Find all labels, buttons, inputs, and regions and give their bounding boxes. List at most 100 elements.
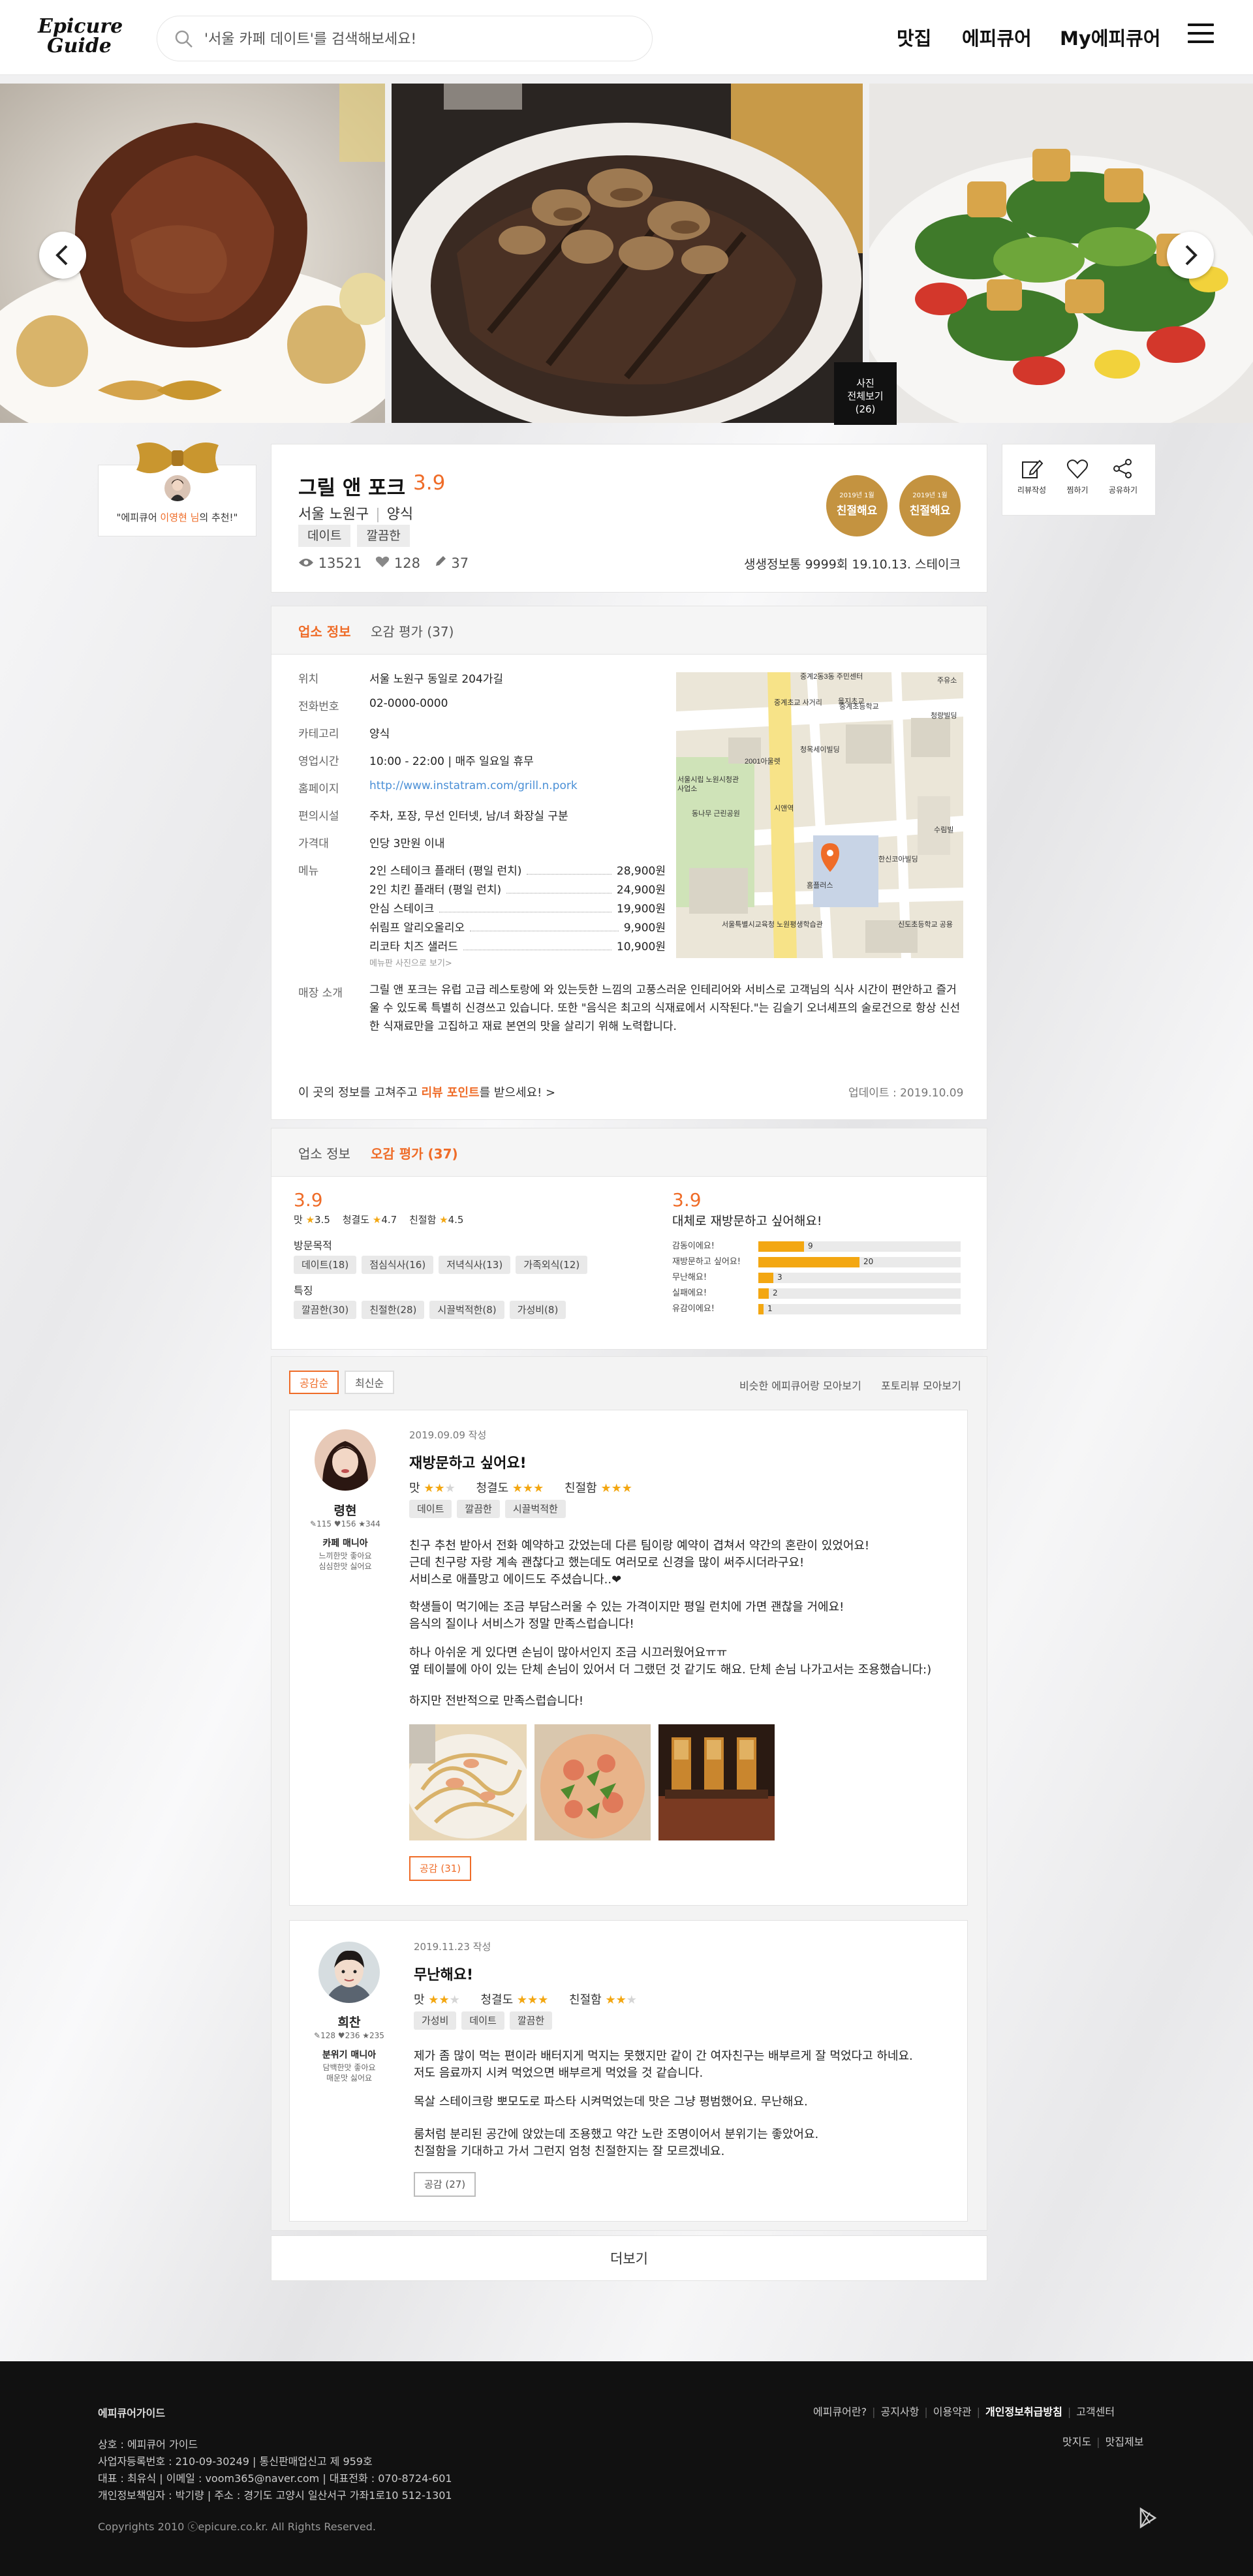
info-value: 주차, 포장, 무선 인터넷, 남/녀 화장실 구분	[369, 810, 568, 823]
feature-chip[interactable]: 깔끔한(30)	[294, 1301, 357, 1319]
purpose-chip[interactable]: 저녁식사(13)	[439, 1256, 511, 1274]
search-input[interactable]	[204, 27, 635, 52]
chevron-right-icon	[1185, 245, 1198, 266]
badge-label: 친절해요	[909, 504, 951, 518]
tab-rating[interactable]: 오감 평가 (37)	[371, 1143, 458, 1162]
nav-restaurants[interactable]: 맛집	[897, 23, 931, 51]
sort-latest-button[interactable]: 최신순	[345, 1371, 395, 1394]
logo[interactable]: Epicure Guide	[38, 17, 123, 59]
share-button[interactable]: 공유하기	[1104, 457, 1143, 495]
review-photo[interactable]	[534, 1724, 651, 1840]
menu-price: 10,900원	[616, 940, 666, 954]
footer-link[interactable]: 맛지도	[1062, 2436, 1091, 2448]
star-icon: ★	[538, 1993, 549, 2007]
share-icon	[1113, 459, 1132, 478]
play-store-icon[interactable]	[1136, 2506, 1159, 2530]
write-review-button[interactable]: 리뷰작성	[1012, 457, 1051, 495]
like-count: 128	[394, 555, 420, 571]
menu-price: 19,900원	[616, 903, 666, 916]
reviewer-avatar[interactable]	[318, 1942, 380, 2003]
revisit-bar	[758, 1241, 804, 1252]
review-tag[interactable]: 깔끔한	[509, 2011, 553, 2030]
tab-info[interactable]: 업소 정보	[298, 1143, 350, 1162]
empathy-button[interactable]: 공감 (31)	[409, 1856, 472, 1881]
review-photo[interactable]	[658, 1724, 775, 1840]
footer: 에피큐어가이드 에피큐어란? | 공지사항 | 이용약관 | 개인정보취급방침 | 고객센터 맛…	[0, 2361, 1253, 2576]
footer-link[interactable]: 에피큐어란?	[813, 2406, 867, 2418]
menu-photo-link[interactable]: 메뉴판 사진으로 보기>	[369, 956, 452, 969]
recommender-name[interactable]: 이영현 님	[160, 512, 199, 523]
star-icon: ★	[621, 1482, 632, 1495]
revisit-bar-value: 20	[863, 1257, 874, 1266]
photo-reviews-link[interactable]: 포토리뷰 모아보기	[881, 1377, 961, 1393]
purpose-chip[interactable]: 데이트(18)	[294, 1256, 357, 1274]
reviewer-name[interactable]: 령현	[303, 1501, 388, 1519]
search-bar[interactable]	[157, 16, 653, 61]
revisit-bar-label: 재방문하고 싶어요!	[672, 1257, 741, 1267]
nav-my-epicure[interactable]: My에피큐어	[1060, 23, 1160, 51]
menu-price: 28,900원	[616, 865, 666, 878]
footer-link[interactable]: 이용약관	[933, 2406, 972, 2418]
review-tag[interactable]: 데이트	[409, 1500, 452, 1518]
revisit-bar-value: 1	[767, 1304, 773, 1313]
footer-link[interactable]: 개인정보취급방침	[985, 2406, 1062, 2418]
reviewer-stats: ✎115 ♥156 ★344	[310, 1519, 380, 1529]
footer-link[interactable]: 맛집제보	[1106, 2436, 1144, 2448]
kind-stars: ★★★	[600, 1482, 632, 1495]
badge-date: 2019년 1월	[912, 492, 948, 499]
review-tag[interactable]: 시끌벅적한	[504, 1500, 566, 1518]
feature-chip[interactable]: 가성비(8)	[509, 1301, 566, 1319]
review-tag[interactable]: 깔끔한	[457, 1500, 500, 1518]
star-icon: ★	[372, 1214, 382, 1226]
feature-chip[interactable]: 친절한(28)	[362, 1301, 425, 1319]
menu-name: 2인 스테이크 플래터 (평일 런치)	[369, 865, 522, 878]
review-point-link[interactable]: 리뷰 포인트	[422, 1086, 480, 1100]
feature-chip[interactable]: 시끌벅적한(8)	[429, 1301, 504, 1319]
review-tag[interactable]: 데이트	[461, 2011, 504, 2030]
revisit-bar-label: 감동이에요!	[672, 1241, 715, 1251]
homepage-link[interactable]: http://www.instatram.com/grill.n.pork	[369, 779, 578, 792]
revisit-bar	[758, 1257, 859, 1267]
hamburger-menu-icon[interactable]	[1188, 23, 1214, 47]
review-photo[interactable]	[406, 1724, 530, 1840]
review-tag[interactable]: 가성비	[414, 2011, 457, 2030]
location-map[interactable]: 중계2동3동 주민센터 중계초교 사거리 을지초교 중계초등학교 청량빌딩 주유…	[676, 672, 963, 958]
correction-prefix: 이 곳의 정보를 고쳐주고	[298, 1086, 422, 1100]
heart-outline-icon	[1066, 459, 1089, 479]
kind-label: 친절함	[565, 1482, 597, 1495]
tab-info[interactable]: 업소 정보	[298, 621, 351, 640]
bookmark-button[interactable]: 찜하기	[1058, 457, 1097, 495]
review-ratings: 맛 ★★★ 청결도 ★★★ 친절함 ★★★	[414, 1991, 637, 2008]
sort-empathy-button[interactable]: 공감순	[289, 1371, 339, 1394]
load-more-button[interactable]: 더보기	[271, 2235, 987, 2281]
photo-all-line2: 전체보기	[847, 390, 884, 402]
similar-reviews-link[interactable]: 비슷한 에피큐어랑 모아보기	[739, 1377, 861, 1393]
tab-rating[interactable]: 오감 평가 (37)	[371, 621, 454, 640]
photo-all-button[interactable]: 사진 전체보기 (26)	[834, 362, 897, 425]
purpose-chip[interactable]: 가족외식(12)	[516, 1256, 588, 1274]
restaurant-tag[interactable]: 깔끔한	[357, 525, 410, 547]
footer-link[interactable]: 고객센터	[1076, 2406, 1115, 2418]
purpose-chips: 데이트(18) 점심식사(16) 저녁식사(13) 가족외식(12)	[294, 1256, 593, 1274]
correction-link[interactable]: 이 곳의 정보를 고쳐주고 리뷰 포인트를 받으세요! >	[298, 1083, 555, 1100]
revisit-bar-row: 유감이에요! 1	[672, 1301, 961, 1317]
empathy-button[interactable]: 공감 (27)	[414, 2172, 476, 2197]
recommender-avatar[interactable]	[164, 475, 191, 501]
purpose-label: 방문목적	[294, 1239, 332, 1252]
reviewer-avatar[interactable]	[315, 1429, 376, 1491]
nav-epicure[interactable]: 에피큐어	[962, 23, 1032, 51]
footer-link[interactable]: 공지사항	[880, 2406, 919, 2418]
revisit-bar-track: 2	[758, 1288, 961, 1299]
map-label: 주유소	[937, 676, 957, 685]
menu-item: 리코타 치즈 샐러드 10,900원	[369, 937, 666, 954]
purpose-chip[interactable]: 점심식사(16)	[362, 1256, 434, 1274]
gallery-prev-button[interactable]	[39, 232, 86, 279]
heart-icon	[376, 556, 390, 567]
reviewer-pref: 심심한맛 싫어요	[318, 1562, 372, 1571]
reviewer-name[interactable]: 희찬	[307, 2013, 392, 2030]
revisit-bar	[758, 1288, 769, 1299]
gallery-photo-2[interactable]	[392, 84, 863, 423]
info-value[interactable]: 02-0000-0000	[369, 697, 448, 710]
gallery-next-button[interactable]	[1167, 232, 1214, 279]
restaurant-tag[interactable]: 데이트	[298, 525, 351, 547]
